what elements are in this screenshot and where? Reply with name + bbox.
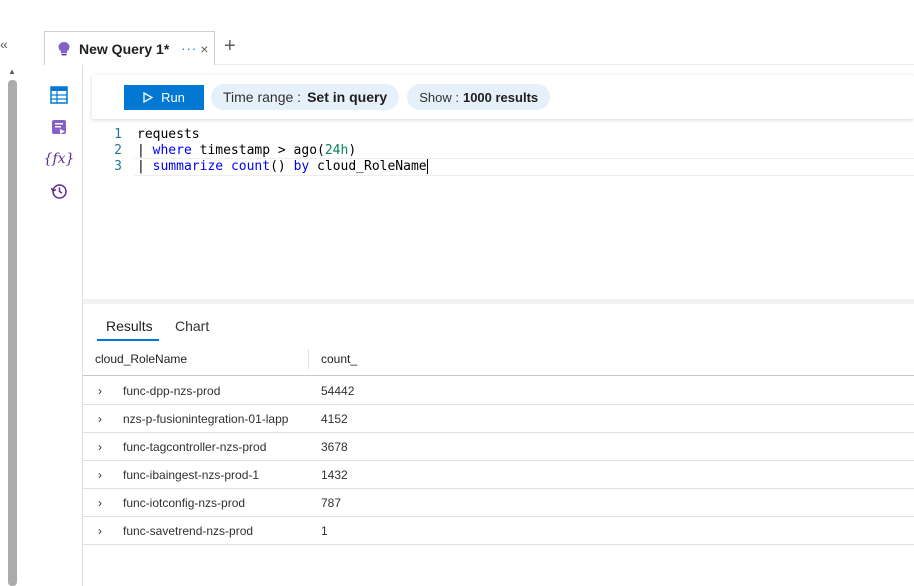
history-icon[interactable]	[48, 180, 70, 202]
line-number: 1	[114, 127, 122, 142]
text-caret	[426, 159, 428, 174]
queries-icon[interactable]	[48, 116, 70, 138]
tables-icon[interactable]	[48, 84, 70, 106]
keyword-token: count	[230, 159, 271, 174]
close-tab-icon[interactable]: ×	[200, 41, 208, 57]
cell-count: 3678	[321, 440, 348, 454]
code-line[interactable]: 2 | where timestamp > ago(24h)	[100, 143, 428, 159]
column-header-count[interactable]: count_	[321, 352, 357, 366]
code-line[interactable]: 1 requests	[100, 127, 428, 143]
expand-chevron-icon[interactable]: ›	[98, 384, 102, 398]
cell-cloud-rolename: func-dpp-nzs-prod	[123, 384, 221, 398]
code-token: requests	[137, 127, 200, 142]
lightbulb-icon	[57, 41, 71, 57]
time-range-value: Set in query	[307, 89, 388, 105]
cell-cloud-rolename: func-tagcontroller-nzs-prod	[123, 440, 267, 454]
expand-chevron-icon[interactable]: ›	[98, 412, 102, 426]
icon-rail: {fx}	[44, 84, 75, 212]
pane-splitter[interactable]	[83, 299, 914, 304]
code-token: |	[137, 159, 153, 174]
line-number: 2	[114, 143, 122, 158]
table-row[interactable]: › func-savetrend-nzs-prod 1	[83, 517, 914, 545]
cell-count: 54442	[321, 384, 355, 398]
code-token: timestamp > ago(	[191, 143, 325, 158]
code-text: | where timestamp > ago(24h)	[137, 143, 356, 159]
expand-chevron-icon[interactable]: ›	[98, 496, 102, 510]
tab-title: New Query 1*	[79, 40, 170, 57]
code-token: )	[348, 143, 357, 158]
scrollbar[interactable]	[8, 80, 17, 586]
header-divider	[83, 375, 914, 376]
cell-count: 1432	[321, 468, 348, 482]
code-text: requests	[137, 127, 200, 143]
query-editor[interactable]: 1 requests 2 | where timestamp > ago(24h) 3 |…	[100, 127, 428, 175]
query-toolbar: Run Time range : Set in query Show : 100…	[92, 75, 914, 119]
keyword-token: by	[293, 159, 310, 174]
table-row[interactable]: › func-tagcontroller-nzs-prod 3678	[83, 433, 914, 461]
more-options-icon[interactable]: ···	[181, 41, 197, 56]
keyword-token: summarize	[152, 159, 224, 174]
expand-chevron-icon[interactable]: ›	[98, 468, 102, 482]
table-row[interactable]: › func-dpp-nzs-prod 54442	[83, 377, 914, 405]
run-button[interactable]: Run	[124, 84, 204, 110]
cell-count: 787	[321, 496, 342, 510]
table-row[interactable]: › func-ibaingest-nzs-prod-1 1432	[83, 461, 914, 489]
result-limit-picker[interactable]: Show : 1000 results	[407, 84, 551, 110]
show-value: 1000 results	[462, 89, 539, 105]
cell-cloud-rolename: func-ibaingest-nzs-prod-1	[123, 468, 260, 482]
expand-chevron-icon[interactable]: ›	[98, 440, 102, 454]
scroll-up-arrow[interactable]: ▲	[8, 67, 16, 76]
time-range-picker[interactable]: Time range : Set in query	[211, 84, 400, 110]
tab-strip-divider	[215, 64, 914, 65]
tab-new-query[interactable]: New Query 1* ··· ×	[44, 31, 215, 65]
column-header-cloud-rolename[interactable]: cloud_RoleName	[95, 352, 187, 366]
code-token: |	[137, 143, 153, 158]
code-token: 24h	[324, 143, 349, 158]
collapse-pane-icon[interactable]: «	[0, 36, 14, 52]
table-row[interactable]: › nzs-p-fusionintegration-01-lapp 4152	[83, 405, 914, 433]
play-icon	[143, 91, 154, 103]
expand-chevron-icon[interactable]: ›	[98, 524, 102, 538]
cell-count: 4152	[321, 412, 348, 426]
cell-cloud-rolename: func-savetrend-nzs-prod	[123, 524, 254, 538]
line-number: 3	[114, 159, 122, 174]
tab-chart[interactable]: Chart	[175, 318, 209, 334]
cell-cloud-rolename: nzs-p-fusionintegration-01-lapp	[123, 412, 289, 426]
show-label: Show :	[419, 89, 459, 105]
active-tab-indicator	[97, 339, 159, 341]
code-text: | summarize count() by cloud_RoleName	[137, 159, 428, 175]
functions-icon[interactable]: {fx}	[44, 148, 75, 170]
time-range-label: Time range :	[223, 89, 302, 105]
table-row[interactable]: › func-iotconfig-nzs-prod 787	[83, 489, 914, 517]
code-token: ()	[270, 159, 294, 174]
run-label: Run	[161, 89, 185, 105]
add-tab-icon[interactable]: +	[224, 35, 236, 58]
code-token: cloud_RoleName	[309, 159, 427, 174]
keyword-token: where	[152, 143, 192, 158]
column-separator[interactable]	[308, 349, 309, 369]
cell-count: 1	[321, 524, 328, 538]
tab-results[interactable]: Results	[106, 318, 153, 334]
code-line[interactable]: 3 | summarize count() by cloud_RoleName	[100, 159, 428, 175]
cell-cloud-rolename: func-iotconfig-nzs-prod	[123, 496, 246, 510]
